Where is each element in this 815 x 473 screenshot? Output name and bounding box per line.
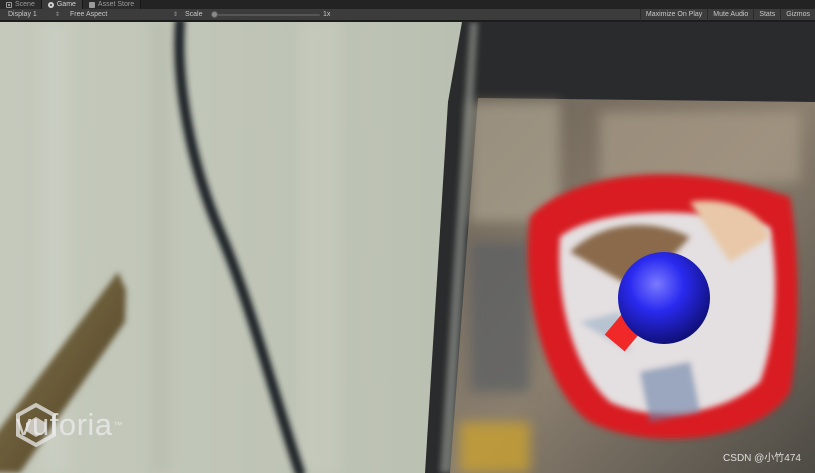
csdn-credit: CSDN @小竹474 xyxy=(723,453,801,464)
scale-value: 1x xyxy=(323,11,331,18)
ar-sphere xyxy=(618,252,710,344)
scene-icon xyxy=(6,1,12,8)
gizmos-dropdown[interactable]: Gizmos xyxy=(780,9,815,21)
tab-label: Scene xyxy=(15,1,35,8)
display-label: Display 1 xyxy=(8,11,37,18)
vuforia-watermark: vuforia™ xyxy=(16,403,123,447)
chevron-down-icon: ⇕ xyxy=(55,12,61,18)
maximize-on-play-toggle[interactable]: Maximize On Play xyxy=(639,9,707,21)
mute-audio-toggle[interactable]: Mute Audio xyxy=(707,9,753,21)
tab-game[interactable]: Game xyxy=(41,0,83,9)
chevron-down-icon: ⇕ xyxy=(173,12,179,18)
stats-toggle[interactable]: Stats xyxy=(753,9,780,21)
tab-scene[interactable]: Scene xyxy=(0,0,42,9)
game-icon xyxy=(47,1,54,8)
tab-asset-store[interactable]: Asset Store xyxy=(82,0,142,9)
editor-tab-strip: Scene Game Asset Store xyxy=(0,0,815,9)
tab-label: Asset Store xyxy=(97,1,135,8)
game-view-toolbar: Display 1 ⇕ Free Aspect ⇕ Scale 1x Maxim… xyxy=(0,9,815,21)
aspect-label: Free Aspect xyxy=(70,11,108,18)
trademark-symbol: ™ xyxy=(113,420,124,430)
scale-label: Scale xyxy=(185,11,203,18)
asset-store-icon xyxy=(88,1,95,8)
game-viewport[interactable]: vuforia™ CSDN @小竹474 xyxy=(0,22,815,473)
scale-slider-handle[interactable] xyxy=(211,11,219,18)
vuforia-logo-icon xyxy=(16,403,56,447)
display-dropdown[interactable]: Display 1 xyxy=(8,9,37,21)
tab-label: Game xyxy=(56,1,76,8)
aspect-dropdown[interactable]: Free Aspect xyxy=(70,9,107,21)
scale-slider[interactable] xyxy=(212,14,320,16)
